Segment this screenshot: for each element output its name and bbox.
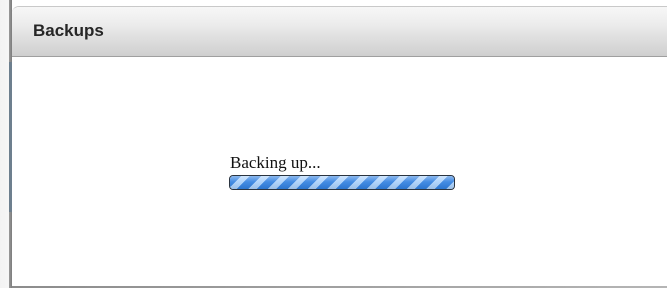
panel-title: Backups (33, 21, 104, 40)
backups-window: Backups Backing up... (0, 0, 667, 289)
panel-header: Backups (12, 7, 667, 57)
backup-status-label: Backing up... (230, 153, 321, 172)
backup-progress-bar (229, 175, 455, 190)
backups-panel: Backups Backing up... (12, 6, 667, 289)
panel-body: Backing up... (12, 57, 667, 289)
backup-progress-fill (230, 176, 454, 189)
left-window-edge (0, 0, 12, 288)
